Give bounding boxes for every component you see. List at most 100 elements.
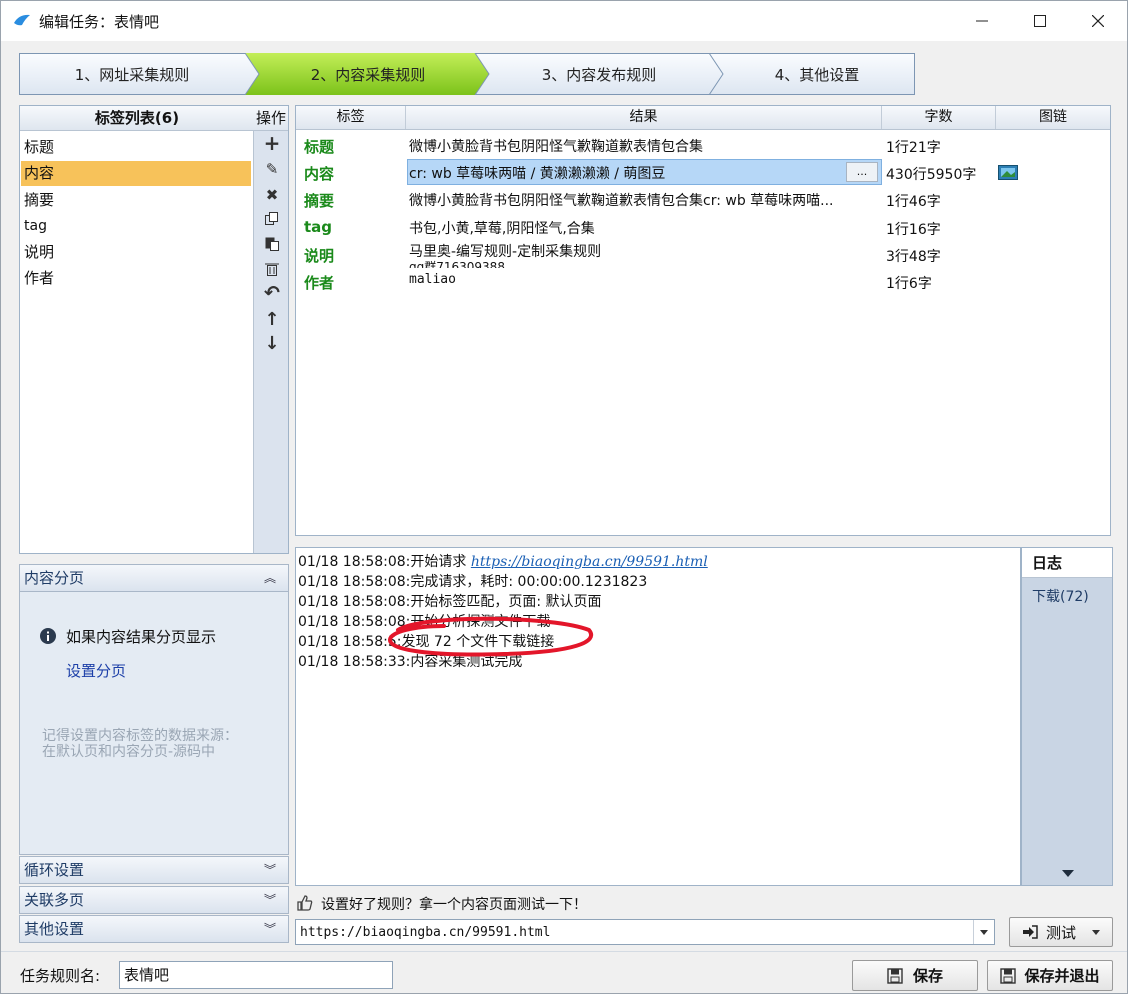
url-dropdown-button[interactable] [973, 920, 993, 944]
row-count: 430行5950字 [886, 167, 977, 183]
chevron-down-icon: ︾ [263, 893, 276, 907]
test-url-value: https://biaoqingba.cn/99591.html [300, 925, 551, 940]
save-and-exit-label: 保存并退出 [1024, 967, 1100, 985]
log-line: 01/18 18:58:08:开始请求 https://biaoqingba.c… [298, 551, 708, 571]
copy-glyph [265, 212, 278, 225]
row-tag: 说明 [304, 247, 335, 265]
table-row[interactable]: 摘要 微博小黄脸背书包阴阳怪气歉鞠道歉表情包合集cr: wb 草莓味两喵... … [296, 186, 1110, 213]
row-count: 1行6字 [886, 276, 932, 292]
row-result: 书包,小黄,草莓,阴阳怪气,合集 [409, 221, 595, 237]
tag-item-description[interactable]: 说明 [21, 240, 251, 265]
trash-glyph [265, 263, 279, 276]
row-count: 1行21字 [886, 140, 941, 156]
rule-name-label: 任务规则名: [20, 967, 101, 985]
trash-icon[interactable] [257, 257, 287, 281]
close-button[interactable] [1069, 1, 1127, 41]
column-count[interactable]: 字数 [882, 106, 996, 129]
rule-name-input[interactable]: 表情吧 [119, 961, 393, 989]
log-url-link[interactable]: https://biaoqingba.cn/99591.html [471, 554, 708, 570]
row-result: 微博小黄脸背书包阴阳怪气歉鞠道歉表情包合集 [409, 139, 703, 155]
set-pagination-link[interactable]: 设置分页 [66, 660, 126, 681]
dropdown-arrow-icon [1092, 929, 1100, 935]
pagination-hint-line: 在默认页和内容分页-源码中 [42, 744, 216, 760]
login-arrow-icon [1022, 925, 1038, 939]
tag-item-tag[interactable]: tag [21, 214, 251, 239]
edit-icon[interactable]: ✎ [257, 157, 287, 181]
chevron-down-icon: ︾ [263, 922, 276, 936]
other-settings-header[interactable]: 其他设置 ︾ [19, 915, 289, 943]
row-count: 1行16字 [886, 222, 941, 238]
test-url-input[interactable]: https://biaoqingba.cn/99591.html [295, 919, 995, 945]
log-output: 01/18 18:58:08:开始请求 https://biaoqingba.c… [295, 547, 1021, 886]
chevron-up-icon: ︽ [263, 571, 276, 585]
pagination-info-text: 如果内容结果分页显示 [66, 628, 217, 646]
tag-item-summary[interactable]: 摘要 [21, 188, 251, 213]
row-tag: 作者 [304, 274, 335, 292]
results-table: 标签 结果 字数 图链 标题 微博小黄脸背书包阴阳怪气歉鞠道歉表情包合集 1行2… [295, 105, 1111, 536]
save-button[interactable]: 保存 [852, 960, 978, 991]
log-tabs: 日志 下载(72) [1021, 547, 1113, 886]
paste-icon[interactable] [257, 232, 287, 256]
table-row[interactable]: 作者 maliao 1行6字 [296, 268, 1110, 295]
app-logo-icon [14, 14, 30, 26]
editor-window: 编辑任务：表情吧 1、网址采集规则 2、内容采集规则 3、内容发布规则 4、其他… [0, 0, 1128, 994]
save-button-label: 保存 [912, 967, 943, 985]
delete-icon[interactable]: ✖ [257, 183, 287, 207]
save-icon [887, 967, 903, 984]
scroll-down-icon[interactable] [1062, 870, 1074, 878]
image-link-icon[interactable] [998, 165, 1018, 180]
table-row[interactable]: 标题 微博小黄脸背书包阴阳怪气歉鞠道歉表情包合集 1行21字 [296, 132, 1110, 159]
row-result: 微博小黄脸背书包阴阳怪气歉鞠道歉表情包合集cr: wb 草莓味两喵... [409, 193, 834, 209]
minimize-button[interactable] [953, 1, 1011, 41]
row-result-line2: qq群716309388 [409, 260, 505, 268]
save-and-exit-button[interactable]: 保存并退出 [987, 960, 1113, 991]
minimize-icon [976, 20, 988, 22]
close-icon [1092, 15, 1104, 27]
column-result[interactable]: 结果 [406, 106, 882, 129]
pagination-header[interactable]: 内容分页 ︽ [19, 564, 289, 592]
tag-item-title[interactable]: 标题 [21, 135, 251, 160]
title-bar: 编辑任务：表情吧 [1, 1, 1127, 41]
tag-item-author[interactable]: 作者 [21, 266, 251, 291]
maximize-button[interactable] [1011, 1, 1069, 41]
tab-log[interactable]: 日志 [1022, 548, 1112, 578]
test-button[interactable]: 测试 [1009, 917, 1113, 947]
log-line-text: 01/18 18:58: [298, 634, 388, 650]
table-row[interactable]: tag 书包,小黄,草莓,阴阳怪气,合集 1行16字 [296, 214, 1110, 241]
pagination-hint: 记得设置内容标签的数据来源： 在默认页和内容分页-源码中 [42, 728, 238, 760]
linked-pages-header[interactable]: 关联多页 ︾ [19, 886, 289, 914]
results-header-row: 标签 结果 字数 图链 [296, 106, 1110, 130]
log-line: 01/18 18:58:08:完成请求，耗时: 00:00:00.1231823 [298, 574, 648, 590]
move-down-icon[interactable]: ↓ [257, 331, 287, 355]
linked-pages-label: 关联多页 [24, 891, 85, 909]
loop-settings-header[interactable]: 循环设置 ︾ [19, 856, 289, 884]
step-content-rules[interactable]: 2、内容采集规则 [253, 53, 483, 95]
table-row[interactable]: 内容 cr: wb 草莓味两喵 / 黄濑濑濑濑 / 萌图豆 ... 430行59… [296, 159, 1110, 186]
thumbs-up-icon [297, 895, 313, 911]
row-tag: tag [304, 218, 333, 236]
dropdown-arrow-icon [979, 929, 988, 935]
tab-download[interactable]: 下载(72) [1032, 586, 1089, 606]
column-image-link[interactable]: 图链 [996, 106, 1110, 129]
row-tag: 摘要 [304, 192, 335, 210]
other-settings-label: 其他设置 [24, 920, 85, 938]
copy-icon[interactable] [257, 207, 287, 231]
log-line: 01/18 18:58:08:开始标签匹配，页面: 默认页面 [298, 594, 602, 610]
step-other-settings[interactable]: 4、其他设置 [719, 53, 915, 95]
table-row[interactable]: 说明 马里奥-编写规则-定制采集规则 qq群716309388 3行48字 [296, 241, 1110, 268]
step-url-rules[interactable]: 1、网址采集规则 [19, 53, 245, 95]
tag-item-content[interactable]: 内容 [21, 161, 251, 186]
row-count: 1行46字 [886, 194, 941, 210]
column-tag[interactable]: 标签 [296, 106, 406, 129]
undo-icon[interactable]: ↶ [257, 281, 287, 305]
tag-list-panel: 标签列表(6) 操作 标题 内容 摘要 tag 说明 作者 [19, 105, 289, 554]
loop-settings-label: 循环设置 [24, 861, 85, 879]
pagination-header-label: 内容分页 [24, 569, 85, 587]
paste-glyph [265, 237, 279, 251]
log-line-text: 01/18 18:58:08:开始请求 [298, 554, 471, 570]
move-up-icon[interactable]: ↑ [257, 307, 287, 331]
step-publish-rules[interactable]: 3、内容发布规则 [483, 53, 715, 95]
add-icon[interactable]: + [257, 131, 287, 155]
expand-button[interactable]: ... [846, 162, 878, 182]
row-result: maliao [409, 272, 456, 287]
